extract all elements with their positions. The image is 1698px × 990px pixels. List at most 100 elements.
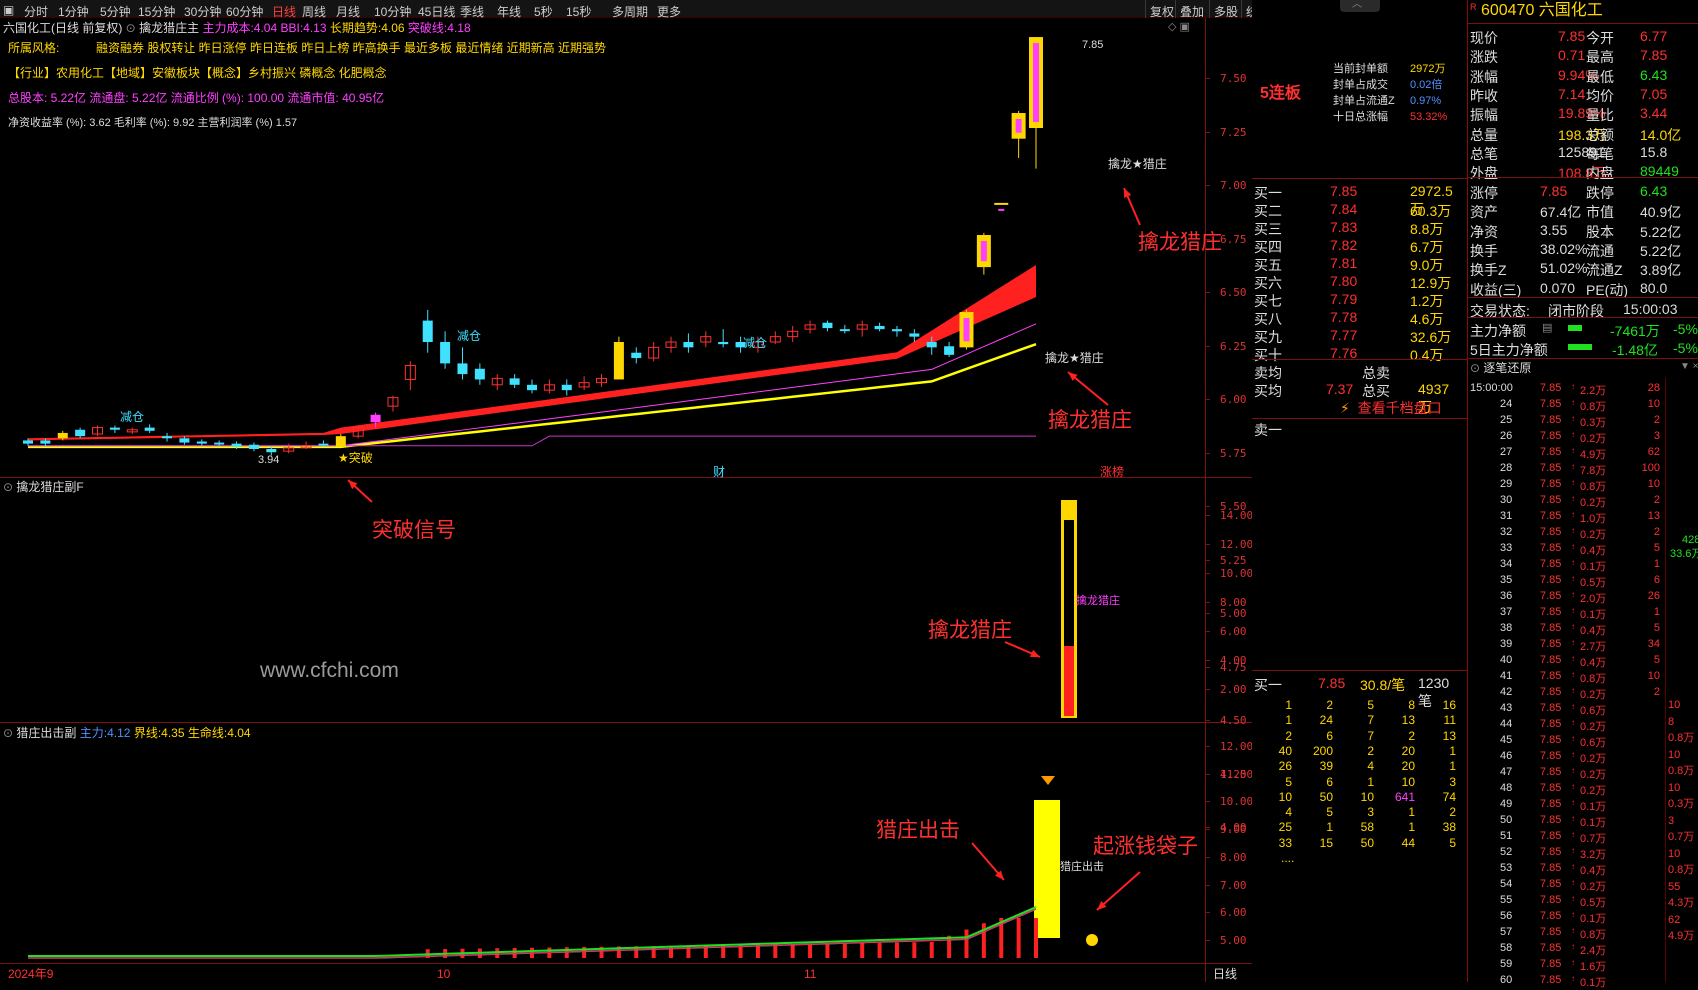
- collapse-icon[interactable]: ︿: [1352, 0, 1362, 10]
- buy-row[interactable]: 买六 7.80 12.9万: [1252, 271, 1462, 291]
- xaxis-period[interactable]: 日线: [1213, 968, 1237, 980]
- queue-cell: 10: [1401, 774, 1415, 789]
- indicator-arrow[interactable]: ⊙: [1470, 361, 1480, 375]
- up-arrow-icon: ↑: [1571, 670, 1575, 679]
- tick-row: 59 7.85 ↑ 1.6万: [1468, 956, 1698, 973]
- zl-value: 4.12: [107, 726, 131, 740]
- sub2-name[interactable]: 猎庄出击副: [16, 726, 76, 740]
- queue-row: 1 2 5 8 16: [1252, 697, 1468, 712]
- view-depth-text[interactable]: 查看千档盘口: [1358, 400, 1442, 416]
- candle-core: [1015, 119, 1022, 133]
- quote-value: 6.43: [1640, 183, 1668, 199]
- buy-row[interactable]: 买七 7.79 1.2万: [1252, 289, 1462, 309]
- queue-cell: 26: [1278, 759, 1292, 774]
- queue-row: 25 1 58 1 38: [1252, 819, 1468, 834]
- sub2-red-bar: [860, 943, 865, 958]
- yaxis-tick-mark: [1205, 131, 1210, 133]
- tick-time: 59: [1500, 958, 1513, 970]
- tick-price: 7.85: [1540, 766, 1562, 778]
- tick-volume: 0.1万: [1580, 977, 1607, 989]
- buy-row[interactable]: 买五 7.81 9.0万: [1252, 253, 1462, 273]
- tick-row: 38 7.85 ↑ 0.4万 5: [1468, 620, 1698, 637]
- up-arrow-icon: ↑: [1571, 718, 1575, 727]
- sub1-name[interactable]: 擒龙猎庄副F: [16, 480, 83, 494]
- queue-row: 1 24 7 13 11: [1252, 712, 1468, 727]
- tick-side-value: 8: [1668, 715, 1675, 728]
- divider: [1252, 178, 1468, 179]
- jiancang-label-2: 减仓: [457, 329, 482, 343]
- toolbar-button-2[interactable]: 多股: [1214, 3, 1238, 20]
- quote-row: 总笔 125891 每笔 15.8: [1468, 142, 1698, 162]
- zhangbang-marker[interactable]: 涨榜: [1100, 466, 1124, 478]
- finance-marker[interactable]: 财: [713, 466, 725, 478]
- jx-label: 界线:: [133, 726, 162, 740]
- quote-value: 0.070: [1540, 279, 1576, 296]
- quote-value: 7.85: [1540, 183, 1568, 199]
- tick-row: 50 7.85 ↑ 0.1万: [1468, 812, 1698, 829]
- queue-cell: 20: [1401, 759, 1415, 774]
- tick-side-value: 0.8万: [1668, 732, 1695, 744]
- tupo-text: 突破: [348, 451, 373, 465]
- yaxis-tick-mark: [1205, 746, 1210, 747]
- up-arrow-icon: ↑: [1571, 958, 1575, 967]
- queue-cell: 74: [1442, 789, 1456, 804]
- queue-row: 26 39 4 20 1: [1252, 758, 1468, 773]
- sub1-bar-mid: [1064, 574, 1074, 646]
- queue-cell: 2: [1285, 728, 1292, 743]
- tick-time: 44: [1500, 718, 1513, 730]
- tick-time: 34: [1500, 558, 1513, 570]
- yaxis-tick-mark: [1205, 544, 1210, 545]
- jx-value: 4.35: [161, 726, 185, 740]
- candle-core: [1033, 43, 1039, 122]
- tick-time: 54: [1500, 878, 1513, 890]
- queue-cell: 5: [1285, 774, 1292, 789]
- quote-value: 3.44: [1640, 105, 1668, 122]
- tick-side-value: 4.9万: [1668, 930, 1695, 942]
- indicator-arrow[interactable]: ⊙: [3, 480, 13, 494]
- view-depth-link[interactable]: ⚡ 查看千档盘口: [1340, 401, 1442, 415]
- zb-label: 总买: [1362, 383, 1390, 399]
- yaxis-tick: 4.50: [1220, 714, 1247, 727]
- tick-count: 2: [1653, 526, 1660, 538]
- sell1-label: 卖一: [1254, 422, 1282, 438]
- buy-row[interactable]: 买四 7.82 6.7万: [1252, 235, 1462, 255]
- sub2-red-bar: [808, 943, 813, 958]
- big-amount: 33.6万: [1670, 548, 1698, 560]
- indicator-arrow[interactable]: ⊙: [3, 726, 13, 740]
- queue-cell: 13: [1442, 728, 1456, 743]
- buy-row[interactable]: 买八 7.78 4.6万: [1252, 307, 1462, 327]
- tick-menu-icon[interactable]: ▼ ×: [1680, 362, 1698, 372]
- queue-cell: 39: [1319, 759, 1333, 774]
- queue-cell: 15: [1319, 835, 1333, 850]
- queue-cell: 1: [1408, 820, 1415, 835]
- queue-cell: 1: [1449, 743, 1456, 758]
- up-arrow-icon: ↑: [1571, 942, 1575, 951]
- tick-count: 5: [1653, 622, 1660, 634]
- tick-side-value: 0.7万: [1668, 831, 1695, 843]
- buy-row[interactable]: 买一 7.85 2972.5万: [1252, 181, 1462, 217]
- tick-side-value: 4.3万: [1668, 897, 1695, 909]
- yaxis-tick-mark: [1205, 573, 1210, 574]
- queue-cell: 58: [1360, 820, 1374, 835]
- queue-cell: 50: [1319, 789, 1333, 804]
- queue-more[interactable]: ....: [1281, 852, 1294, 864]
- queue-cell: 5: [1326, 805, 1333, 820]
- tick-time: 35: [1500, 574, 1513, 586]
- trend-ribbon: [28, 264, 1036, 441]
- toolbar-separator: [1241, 0, 1242, 18]
- yaxis-tick: 4.00: [1220, 654, 1247, 667]
- yaxis-tick: 12.00: [1220, 538, 1254, 551]
- buy-row[interactable]: 买九 7.77 32.6万: [1252, 325, 1462, 345]
- detail-icon[interactable]: ▤: [1542, 321, 1552, 334]
- buy-row[interactable]: 买二 7.84 60.3万: [1252, 199, 1462, 219]
- tick-row: 40 7.85 ↑ 0.4万 5: [1468, 652, 1698, 669]
- candle-body: [57, 432, 68, 439]
- buy-row[interactable]: 买三 7.83 8.8万: [1252, 217, 1462, 237]
- tick-time: 42: [1500, 686, 1513, 698]
- up-arrow-icon: ↑: [1571, 766, 1575, 775]
- quote-value: 7.05: [1640, 85, 1668, 102]
- tick-price: 7.85: [1540, 734, 1562, 746]
- tick-count: 28: [1647, 382, 1660, 394]
- queue-cell: 40: [1278, 743, 1292, 758]
- queue-row: 2 6 7 2 13: [1252, 728, 1468, 743]
